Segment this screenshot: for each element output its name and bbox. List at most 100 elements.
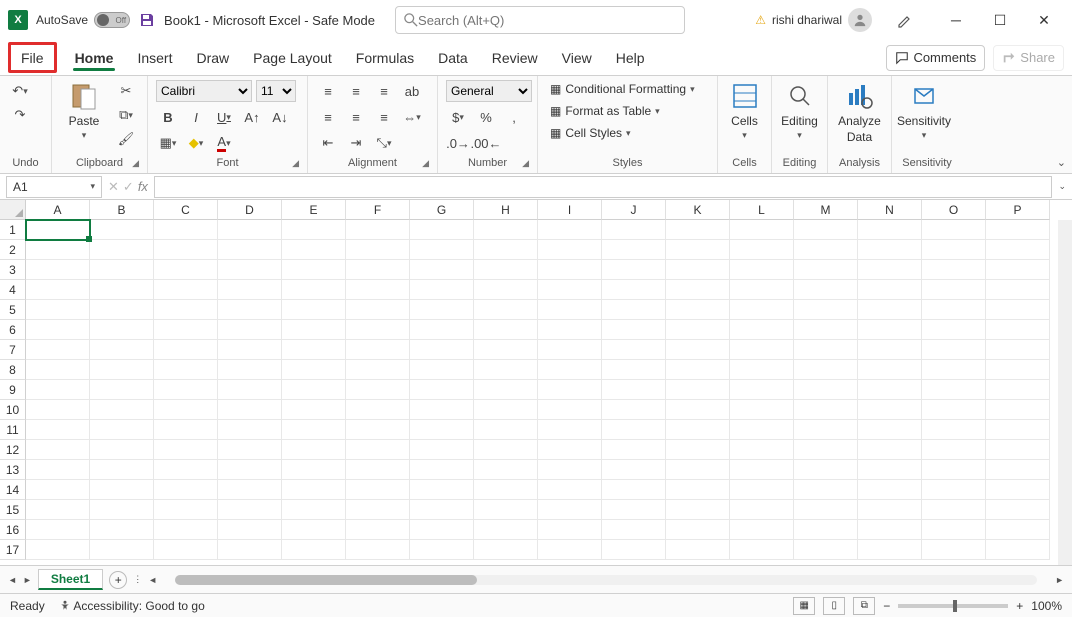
cell[interactable] (26, 520, 90, 540)
cell[interactable] (218, 220, 282, 240)
cancel-formula-button[interactable]: ✕ (108, 179, 119, 195)
italic-button[interactable]: I (184, 106, 208, 128)
sheet-tab-split[interactable]: ⋮ (133, 574, 142, 585)
cell[interactable] (346, 360, 410, 380)
cell[interactable] (474, 400, 538, 420)
cell[interactable] (986, 540, 1050, 560)
sheet-tab-active[interactable]: Sheet1 (38, 569, 103, 590)
cell[interactable] (922, 460, 986, 480)
cell[interactable] (346, 520, 410, 540)
cell[interactable] (410, 260, 474, 280)
row-header[interactable]: 3 (0, 260, 26, 280)
cell[interactable] (602, 400, 666, 420)
cell[interactable] (154, 320, 218, 340)
cell[interactable] (26, 240, 90, 260)
cell[interactable] (922, 240, 986, 260)
cell[interactable] (90, 520, 154, 540)
number-launcher[interactable]: ◢ (522, 158, 529, 169)
column-header[interactable]: E (282, 200, 346, 220)
row-header[interactable]: 14 (0, 480, 26, 500)
row-header[interactable]: 8 (0, 360, 26, 380)
cell[interactable] (26, 440, 90, 460)
cell[interactable] (666, 320, 730, 340)
cell[interactable] (666, 280, 730, 300)
cell[interactable] (474, 440, 538, 460)
row-header[interactable]: 12 (0, 440, 26, 460)
cell[interactable] (90, 340, 154, 360)
cell[interactable] (346, 340, 410, 360)
cell[interactable] (26, 300, 90, 320)
align-bottom-button[interactable]: ≡ (372, 80, 396, 102)
cell[interactable] (474, 240, 538, 260)
cell[interactable] (986, 340, 1050, 360)
cell[interactable] (858, 440, 922, 460)
cell[interactable] (730, 540, 794, 560)
cell[interactable] (90, 400, 154, 420)
cell[interactable] (602, 240, 666, 260)
cell[interactable] (794, 220, 858, 240)
cell[interactable] (218, 340, 282, 360)
name-box[interactable]: A1 ▾ (6, 176, 102, 198)
cell[interactable] (90, 220, 154, 240)
cell[interactable] (474, 360, 538, 380)
cell[interactable] (538, 400, 602, 420)
column-header[interactable]: C (154, 200, 218, 220)
cell[interactable] (410, 540, 474, 560)
redo-button[interactable]: ↷ (8, 104, 32, 126)
cell[interactable] (218, 380, 282, 400)
cell[interactable] (218, 520, 282, 540)
cell[interactable] (282, 480, 346, 500)
cell[interactable] (602, 460, 666, 480)
cell[interactable] (666, 500, 730, 520)
save-icon[interactable] (138, 11, 156, 29)
cell[interactable] (922, 380, 986, 400)
cell[interactable] (922, 260, 986, 280)
cell[interactable] (26, 380, 90, 400)
cell[interactable] (602, 340, 666, 360)
formula-bar-expand[interactable]: ⌄ (1058, 181, 1066, 192)
increase-indent-button[interactable]: ⇥ (344, 132, 368, 154)
cell[interactable] (474, 520, 538, 540)
cell[interactable] (922, 400, 986, 420)
normal-view-button[interactable]: ▦ (793, 597, 815, 615)
cell[interactable] (410, 380, 474, 400)
column-header[interactable]: L (730, 200, 794, 220)
cell[interactable] (282, 460, 346, 480)
cell[interactable] (602, 380, 666, 400)
cell[interactable] (474, 280, 538, 300)
cell[interactable] (346, 460, 410, 480)
cell[interactable] (986, 360, 1050, 380)
borders-button[interactable]: ▦▾ (156, 132, 180, 154)
cell[interactable] (282, 360, 346, 380)
cell[interactable] (858, 420, 922, 440)
cell[interactable] (858, 340, 922, 360)
cell[interactable] (922, 480, 986, 500)
comments-button[interactable]: Comments (886, 45, 985, 71)
cell[interactable] (282, 420, 346, 440)
cell[interactable] (794, 440, 858, 460)
cell[interactable] (26, 420, 90, 440)
cell[interactable] (90, 500, 154, 520)
cell[interactable] (602, 300, 666, 320)
tab-view[interactable]: View (550, 40, 604, 75)
orientation-button[interactable]: ⤡▾ (372, 132, 396, 154)
cell[interactable] (90, 540, 154, 560)
editing-button[interactable]: Editing▾ (780, 80, 819, 141)
align-left-button[interactable]: ≡ (316, 106, 340, 128)
row-header[interactable]: 6 (0, 320, 26, 340)
cell[interactable] (26, 280, 90, 300)
cell[interactable] (986, 460, 1050, 480)
font-size-select[interactable]: 11 (256, 80, 296, 102)
cell[interactable] (218, 440, 282, 460)
cell[interactable] (858, 460, 922, 480)
cell[interactable] (538, 360, 602, 380)
cell[interactable] (730, 400, 794, 420)
alignment-launcher[interactable]: ◢ (422, 158, 429, 169)
cell[interactable] (154, 420, 218, 440)
cell[interactable] (26, 220, 90, 240)
row-header[interactable]: 4 (0, 280, 26, 300)
cell[interactable] (218, 500, 282, 520)
cell[interactable] (538, 220, 602, 240)
tab-home[interactable]: Home (63, 40, 126, 75)
cell[interactable] (666, 420, 730, 440)
